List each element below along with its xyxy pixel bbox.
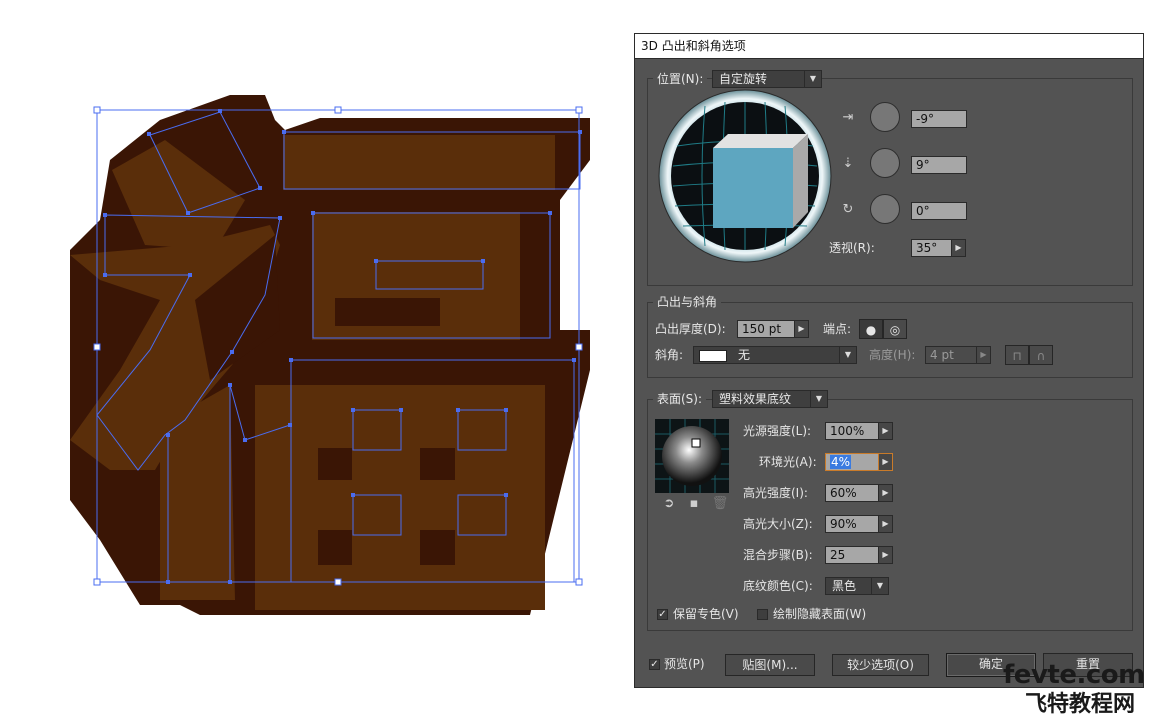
shade-color-label: 底纹颜色(C):	[743, 579, 813, 593]
draw-hidden-faces-checkbox[interactable]	[757, 609, 768, 620]
move-light-back-icon[interactable]: ➲	[659, 495, 679, 513]
3d-extrude-bevel-dialog: 3D 凸出和斜角选项 位置(N): 自定旋转 ▼ ⇥ -9° ⇣ 9° ↻ 0°…	[634, 33, 1144, 688]
z-axis-rotate-icon: ↻	[842, 202, 854, 217]
watermark-site-name: 飞特教程网	[1025, 692, 1136, 717]
preserve-spot-checkbox[interactable]: ✓	[657, 609, 668, 620]
highlight-size-field[interactable]: 90%	[825, 515, 879, 533]
blend-steps-field[interactable]: 25	[825, 546, 879, 564]
cube-front-face	[713, 148, 793, 228]
extrude-depth-arrow-button[interactable]: ▶	[794, 320, 809, 338]
bevel-height-label: 高度(H):	[869, 348, 916, 362]
extrude-bevel-legend: 凸出与斜角	[653, 294, 722, 310]
dialog-title: 3D 凸出和斜角选项	[635, 34, 1143, 59]
surface-value: 塑料效果底纹	[719, 392, 792, 406]
highlight-intensity-label: 高光强度(I):	[743, 486, 808, 500]
extrude-depth-label: 凸出厚度(D):	[655, 322, 726, 336]
y-axis-rotate-icon: ⇣	[842, 156, 854, 171]
chevron-down-icon: ▼	[804, 71, 821, 87]
light-intensity-arrow-button[interactable]: ▶	[878, 422, 893, 440]
position-preset-value: 自定旋转	[719, 72, 768, 86]
rotation-track-cube[interactable]	[655, 86, 835, 266]
position-label: 位置(N):	[653, 71, 708, 87]
perspective-arrow-button[interactable]: ▶	[951, 239, 966, 257]
bevel-swatch	[699, 350, 727, 362]
highlight-intensity-field[interactable]: 60%	[825, 484, 879, 502]
bevel-in-icon: ∩	[1036, 349, 1046, 363]
x-rotation-dial[interactable]	[870, 102, 900, 132]
highlight-size-label: 高光大小(Z):	[743, 517, 813, 531]
blend-steps-label: 混合步骤(B):	[743, 548, 813, 562]
map-art-button[interactable]: 贴图(M)...	[725, 654, 815, 676]
bevel-height-field[interactable]: 4 pt	[925, 346, 977, 364]
surface-label: 表面(S):	[653, 391, 707, 407]
ambient-light-arrow-button[interactable]: ▶	[878, 453, 893, 471]
shade-color-value: 黑色	[832, 579, 857, 593]
chevron-down-icon: ▼	[871, 578, 888, 594]
light-intensity-field[interactable]: 100%	[825, 422, 879, 440]
ambient-light-value: 4%	[830, 455, 852, 469]
draw-hidden-faces-label: 绘制隐藏表面(W)	[773, 607, 867, 621]
chevron-down-icon: ▼	[839, 347, 856, 363]
x-axis-rotate-icon: ⇥	[842, 110, 854, 125]
ambient-light-field[interactable]: 4%	[825, 453, 879, 471]
cap-label: 端点:	[823, 322, 852, 336]
light-intensity-label: 光源强度(L):	[743, 424, 812, 438]
bevel-out-icon: ⊓	[1012, 349, 1022, 363]
preview-checkbox[interactable]: ✓	[649, 659, 660, 670]
ambient-light-label: 环境光(A):	[759, 455, 817, 469]
highlight-intensity-arrow-button[interactable]: ▶	[878, 484, 893, 502]
bevel-dropdown[interactable]: 无 ▼	[693, 346, 857, 364]
cap-on-button[interactable]: ●	[859, 319, 883, 339]
fewer-options-button[interactable]: 较少选项(O)	[832, 654, 929, 676]
preserve-spot-label: 保留专色(V)	[673, 607, 739, 621]
cap-on-icon: ●	[865, 323, 877, 337]
light-sphere-preview[interactable]	[655, 419, 729, 493]
surface-dropdown[interactable]: 塑料效果底纹 ▼	[712, 390, 828, 408]
bevel-label: 斜角:	[655, 348, 684, 362]
delete-light-icon[interactable]: 🗑	[711, 495, 729, 513]
chevron-down-icon: ▼	[810, 391, 827, 407]
shade-color-dropdown[interactable]: 黑色 ▼	[825, 577, 889, 595]
bevel-out-button[interactable]: ⊓	[1005, 345, 1029, 365]
perspective-label: 透视(R):	[829, 241, 875, 255]
preview-label: 预览(P)	[664, 657, 705, 671]
cap-off-button[interactable]: ◎	[883, 319, 907, 339]
z-rotation-dial[interactable]	[870, 194, 900, 224]
y-rotation-field[interactable]: 9°	[911, 156, 967, 174]
extrude-depth-field[interactable]: 150 pt	[737, 320, 795, 338]
z-rotation-field[interactable]: 0°	[911, 202, 967, 220]
perspective-field[interactable]: 35°	[911, 239, 953, 257]
bevel-in-button[interactable]: ∩	[1029, 345, 1053, 365]
extrude-bevel-group	[647, 302, 1133, 378]
new-light-icon[interactable]: ▪	[685, 495, 703, 513]
x-rotation-field[interactable]: -9°	[911, 110, 967, 128]
artboard-canvas[interactable]	[0, 0, 634, 723]
bevel-height-arrow-button[interactable]: ▶	[976, 346, 991, 364]
blend-steps-arrow-button[interactable]: ▶	[878, 546, 893, 564]
bevel-value: 无	[738, 348, 751, 362]
y-rotation-dial[interactable]	[870, 148, 900, 178]
highlight-size-arrow-button[interactable]: ▶	[878, 515, 893, 533]
cap-off-icon: ◎	[889, 323, 901, 337]
